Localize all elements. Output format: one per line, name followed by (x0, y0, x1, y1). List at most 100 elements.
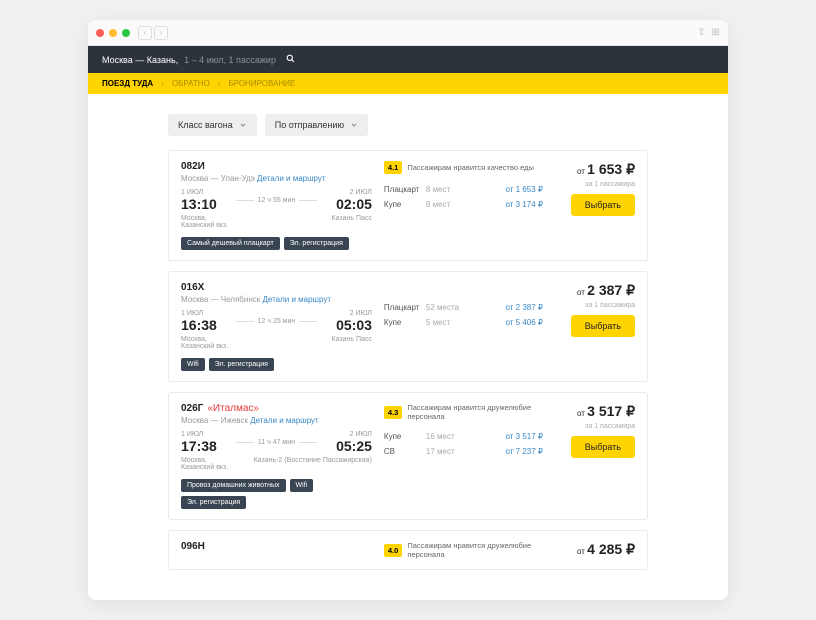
arrival-date: 2 ИЮЛ (336, 310, 372, 317)
departure-station: Москва, Казанский вкз. (181, 457, 228, 471)
route-text: Москва — Улан-Удэ Детали и маршрут (181, 174, 372, 183)
browser-window: ‹ › ⇪ ⊞ Москва — Казань, 1 – 4 июл, 1 па… (88, 20, 728, 600)
class-seats: 5 мест (426, 318, 506, 327)
tag: Wifi (290, 479, 314, 492)
train-tags: Самый дешевый плацкартЭл. регистрация (181, 237, 372, 250)
price-value: 4 285 ₽ (587, 541, 635, 557)
per-passenger: за 1 пассажира (555, 181, 635, 188)
back-button[interactable]: ‹ (138, 26, 152, 40)
class-options: 4.0Пассажирам нравится дружелюбие персон… (384, 541, 543, 567)
train-card: 096Н 4.0Пассажирам нравится дружелюбие п… (168, 530, 648, 570)
route-details-link[interactable]: Детали и маршрут (262, 295, 331, 304)
arrival-station: Казань-2 (Восстание Пассажирская) (254, 457, 372, 471)
rating-text: Пассажирам нравится дружелюбие персонала (407, 403, 543, 421)
class-name: Купе (384, 318, 426, 327)
header-route: Москва — Казань, (102, 55, 178, 65)
train-card: 026Г «Италмас» Москва — Ижевск Детали и … (168, 392, 648, 520)
class-seats: 8 мест (426, 185, 506, 194)
share-icon[interactable]: ⇪ (697, 27, 705, 38)
train-name: «Италмас» (207, 403, 259, 414)
filter-sort[interactable]: По отправлению (265, 114, 368, 136)
chevron-down-icon (350, 121, 358, 129)
class-options: 4.3 Пассажирам нравится дружелюбие персон… (384, 403, 543, 509)
class-price: от 5 406 ₽ (506, 318, 544, 327)
per-passenger: за 1 пассажира (555, 302, 635, 309)
class-row[interactable]: СВ17 местот 7 237 ₽ (384, 444, 543, 459)
train-number: 096Н (181, 541, 205, 552)
tag: Эл. регистрация (181, 496, 246, 509)
close-icon[interactable] (96, 29, 104, 37)
departure-date: 1 ИЮЛ (181, 310, 217, 317)
tag: Wifi (181, 358, 205, 371)
rating-badge: 4.3 (384, 406, 402, 419)
arrival-time: 05:25 (336, 438, 372, 454)
traffic-lights (96, 29, 130, 37)
class-options: Плацкарт52 местаот 2 387 ₽Купе5 местот 5… (384, 282, 543, 371)
price-from-label: от (577, 288, 587, 297)
tag: Эл. регистрация (284, 237, 349, 250)
filter-wagon-class[interactable]: Класс вагона (168, 114, 257, 136)
price-from-label: от (577, 167, 587, 176)
class-price: от 3 174 ₽ (506, 200, 544, 209)
rating-text: Пассажирам нравится качество еды (407, 163, 534, 172)
chevron-right-icon: › (218, 79, 221, 88)
departure-time: 17:38 (181, 438, 217, 454)
class-name: Купе (384, 200, 426, 209)
route-details-link[interactable]: Детали и маршрут (257, 174, 326, 183)
class-seats: 52 места (426, 303, 506, 312)
train-info: 096Н (181, 541, 372, 567)
class-row[interactable]: Купе5 местот 5 406 ₽ (384, 315, 543, 330)
train-list: 082И Москва — Улан-Удэ Детали и маршрут … (168, 150, 648, 570)
browser-chrome: ‹ › ⇪ ⊞ (88, 20, 728, 46)
search-header[interactable]: Москва — Казань, 1 – 4 июл, 1 пассажир (88, 46, 728, 73)
class-seats: 17 мест (426, 447, 506, 456)
trip-duration: 11 ч 47 мин (217, 439, 336, 446)
price-block: от 2 387 ₽ за 1 пассажира Выбрать (555, 282, 635, 371)
select-button[interactable]: Выбрать (571, 436, 635, 458)
results-content: Класс вагона По отправлению 082И Москва … (88, 94, 728, 600)
tabs-icon[interactable]: ⊞ (712, 27, 720, 38)
class-row[interactable]: Плацкарт8 местот 1 653 ₽ (384, 182, 543, 197)
class-price: от 1 653 ₽ (506, 185, 544, 194)
price-block: от 1 653 ₽ за 1 пассажира Выбрать (555, 161, 635, 250)
route-details-link[interactable]: Детали и маршрут (250, 416, 319, 425)
breadcrumb-step-active: ПОЕЗД ТУДА (102, 79, 153, 88)
select-button[interactable]: Выбрать (571, 315, 635, 337)
filters: Класс вагона По отправлению (168, 114, 648, 136)
breadcrumb-step: БРОНИРОВАНИЕ (228, 79, 295, 88)
select-button[interactable]: Выбрать (571, 194, 635, 216)
filter-label: По отправлению (275, 120, 344, 130)
class-price: от 7 237 ₽ (506, 447, 544, 456)
chevron-right-icon: › (161, 79, 164, 88)
rating-text: Пассажирам нравится дружелюбие персонала (407, 541, 543, 559)
maximize-icon[interactable] (122, 29, 130, 37)
route-text: Москва — Ижевск Детали и маршрут (181, 416, 372, 425)
forward-button[interactable]: › (154, 26, 168, 40)
search-icon[interactable] (286, 54, 295, 65)
train-info: 082И Москва — Улан-Удэ Детали и маршрут … (181, 161, 372, 250)
route-text: Москва — Челябинск Детали и маршрут (181, 295, 372, 304)
class-row[interactable]: Купе16 местот 3 517 ₽ (384, 429, 543, 444)
arrival-station: Казань Пасс (332, 215, 372, 229)
class-row[interactable]: Плацкарт52 местаот 2 387 ₽ (384, 300, 543, 315)
breadcrumb-step: ОБРАТНО (172, 79, 210, 88)
departure-station: Москва, Казанский вкз. (181, 336, 228, 350)
class-name: Купе (384, 432, 426, 441)
class-seats: 16 мест (426, 432, 506, 441)
price-from-label: от (577, 547, 587, 556)
breadcrumb: ПОЕЗД ТУДА › ОБРАТНО › БРОНИРОВАНИЕ (88, 73, 728, 94)
arrival-time: 05:03 (336, 317, 372, 333)
price-block: от 3 517 ₽ за 1 пассажира Выбрать (555, 403, 635, 509)
train-number: 026Г (181, 403, 203, 414)
filter-label: Класс вагона (178, 120, 233, 130)
class-name: СВ (384, 447, 426, 456)
class-row[interactable]: Купе8 местот 3 174 ₽ (384, 197, 543, 212)
trip-duration: 12 ч 55 мин (217, 197, 336, 204)
tag: Провоз домашних животных (181, 479, 286, 492)
price-value: 1 653 ₽ (587, 161, 635, 177)
minimize-icon[interactable] (109, 29, 117, 37)
price-value: 2 387 ₽ (587, 282, 635, 298)
train-tags: WifiЭл. регистрация (181, 358, 372, 371)
train-number: 082И (181, 161, 205, 172)
class-options: 4.1Пассажирам нравится качество еды Плац… (384, 161, 543, 250)
